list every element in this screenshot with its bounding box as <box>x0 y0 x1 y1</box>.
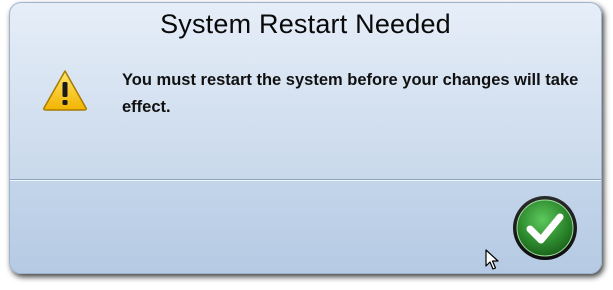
checkmark-icon <box>513 196 577 260</box>
warning-icon <box>42 69 88 111</box>
dialog-message: You must restart the system before your … <box>122 71 579 116</box>
restart-dialog: System Restart Needed You must restart t… <box>9 2 602 274</box>
confirm-button[interactable] <box>512 195 578 261</box>
dialog-title: System Restart Needed <box>160 9 451 39</box>
mouse-cursor-icon <box>485 249 499 271</box>
